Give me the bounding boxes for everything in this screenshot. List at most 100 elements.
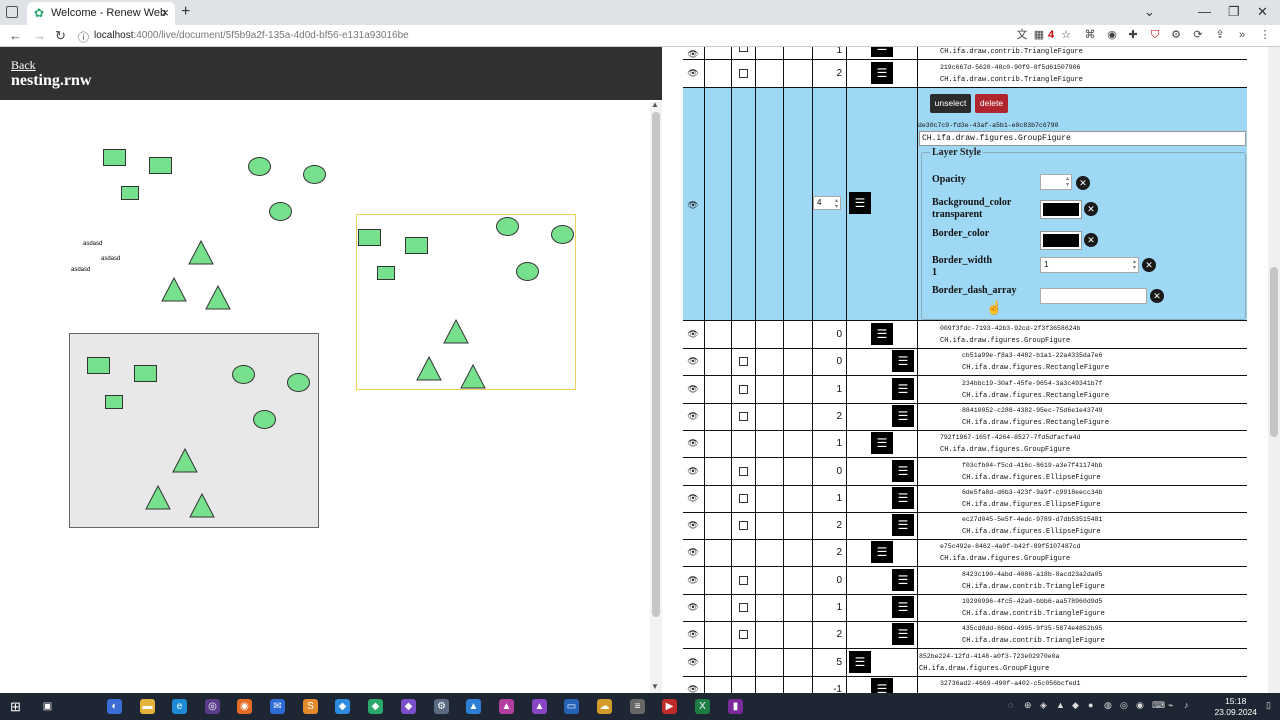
thunderbird-icon[interactable]: ✉ (270, 699, 285, 714)
notifications-icon[interactable]: ▯ (1266, 700, 1271, 711)
visibility-eye-icon[interactable]: 👁 (687, 356, 699, 367)
terminal-icon[interactable]: ▮ (728, 699, 743, 714)
visibility-eye-icon[interactable]: 👁 (687, 493, 699, 504)
visibility-eye-icon[interactable]: 👁 (687, 684, 699, 693)
forward-arrow-icon[interactable]: → (33, 28, 46, 43)
triangle-figure[interactable] (145, 485, 171, 510)
reload-icon[interactable]: ↻ (55, 28, 66, 44)
visual-studio-icon[interactable]: ◆ (401, 699, 416, 714)
drag-handle-icon[interactable]: ☰ (892, 596, 914, 618)
drag-handle-icon[interactable]: ☰ (892, 623, 914, 645)
scroll-down-arrow-icon[interactable]: ▼ (651, 682, 659, 691)
close-tab-icon[interactable]: × (161, 5, 169, 20)
edge-icon[interactable]: e (172, 699, 187, 714)
canvas-scrollbar[interactable]: ▲ ▼ (650, 100, 662, 693)
layer-row[interactable]: 👁 2 ☰ 219c667d-5620-48c0-90f9-0f5d615079… (683, 60, 1247, 88)
layer-row[interactable]: 👁 0 ☰ 8423c190-4abd-4086-a18b-8acd23a2da05 C… (683, 567, 1247, 595)
network-icon[interactable]: ⌁ (1168, 700, 1173, 711)
select-checkbox[interactable] (739, 69, 748, 78)
drag-handle-icon[interactable]: ☰ (892, 405, 914, 427)
rectangle-figure[interactable] (358, 229, 381, 246)
select-checkbox[interactable] (739, 576, 748, 585)
volume-icon[interactable]: ♪ (1184, 700, 1189, 710)
layer-row[interactable]: 👁 2 ☰ 88410052-c288-4382-95ec-75d6e1e43749 C… (683, 403, 1247, 431)
ellipse-figure[interactable] (248, 157, 271, 176)
spinner-icon[interactable]: ▴ ▾ (835, 198, 838, 210)
layer-row[interactable]: 👁 1 ☰ CH.ifa.draw.contrib.TriangleFigure (683, 47, 1247, 60)
layer-row[interactable]: 👁 1 ☰ 234bbc19-30af-45fe-9654-3a3c49341b7f C… (683, 376, 1247, 404)
settings-extension-icon[interactable]: ⚙ (1170, 29, 1182, 41)
game-icon[interactable]: ⌘ (1084, 29, 1096, 41)
drag-handle-icon[interactable]: ☰ (892, 569, 914, 591)
triangle-figure[interactable] (416, 356, 442, 381)
maximize-icon[interactable]: ❐ (1228, 4, 1240, 20)
firefox-icon[interactable]: ◉ (237, 699, 252, 714)
select-checkbox[interactable] (739, 385, 748, 394)
visibility-eye-icon[interactable]: 👁 (687, 438, 699, 449)
rectangle-figure[interactable] (134, 365, 157, 382)
drag-handle-icon[interactable]: ☰ (892, 514, 914, 536)
minimize-icon[interactable]: — (1198, 4, 1211, 19)
url-field[interactable]: localhost:4000/live/document/5f5b9a2f-13… (94, 30, 409, 41)
triangle-figure[interactable] (460, 364, 486, 389)
drag-handle-icon[interactable]: ☰ (871, 323, 893, 345)
visibility-eye-icon[interactable]: 👁 (687, 629, 699, 640)
ellipse-figure[interactable] (232, 365, 255, 384)
tab-search-icon[interactable]: ⌄ (1144, 4, 1155, 20)
triangle-figure[interactable] (189, 493, 215, 518)
spinner-icon[interactable]: ▴ ▾ (1133, 259, 1136, 271)
figure-class-field[interactable]: CH.ifa.draw.figures.GroupFigure (919, 131, 1246, 146)
tray-icon[interactable]: ◌ (1008, 700, 1013, 710)
drag-handle-icon[interactable]: ☰ (871, 678, 893, 693)
select-checkbox[interactable] (739, 603, 748, 612)
tray-icon[interactable]: ● (1088, 700, 1093, 710)
shield-icon[interactable]: ⛉ (1149, 29, 1161, 41)
select-checkbox[interactable] (739, 357, 748, 366)
file-explorer-icon[interactable]: ▬ (140, 699, 155, 714)
delete-button[interactable]: delete (975, 94, 1008, 113)
affinity-photo-icon[interactable]: ▲ (532, 699, 547, 714)
rectangle-figure[interactable] (377, 266, 395, 280)
triangle-figure[interactable] (188, 240, 214, 265)
tray-icon[interactable]: ◈ (1040, 700, 1047, 711)
bookmark-star-icon[interactable]: ☆ (1060, 29, 1072, 41)
cloud-app-icon[interactable]: ☁ (597, 699, 612, 714)
ellipse-figure[interactable] (496, 217, 519, 236)
scrollbar-thumb[interactable] (1270, 267, 1278, 437)
vscode-icon[interactable]: ◆ (335, 699, 350, 714)
excel-icon[interactable]: X (695, 699, 710, 714)
site-info-icon[interactable]: ⓘ (78, 29, 89, 45)
clear-border-dash-icon[interactable]: ✕ (1150, 289, 1164, 303)
border-width-input[interactable]: 1 ▴ ▾ (1040, 257, 1139, 273)
tray-icon[interactable]: ◎ (1120, 700, 1128, 711)
tray-icon[interactable]: ⊕ (1024, 700, 1032, 711)
drag-handle-icon[interactable]: ☰ (892, 487, 914, 509)
visibility-eye-icon[interactable]: 👁 (687, 68, 699, 79)
back-link[interactable]: Back (11, 58, 36, 73)
visibility-eye-icon[interactable]: 👁 (687, 200, 699, 211)
visibility-eye-icon[interactable]: 👁 (687, 657, 699, 668)
back-arrow-icon[interactable]: ← (9, 28, 22, 43)
visibility-eye-icon[interactable]: 👁 (687, 49, 699, 60)
triangle-figure[interactable] (205, 285, 231, 310)
settings-app-icon[interactable]: ⚙ (434, 699, 449, 714)
close-window-icon[interactable]: ✕ (1257, 4, 1268, 20)
drag-handle-icon[interactable]: ☰ (892, 350, 914, 372)
browser-tab[interactable]: ✿ Welcome - Renew Web × (27, 2, 175, 25)
text-figure[interactable]: asdasd (83, 241, 102, 247)
spinner-icon[interactable]: ▴ ▾ (1066, 176, 1069, 188)
border-color-swatch[interactable] (1040, 231, 1082, 250)
layer-row[interactable]: 👁 2 ☰ e75c492e-8462-4a0f-b42f-89f5107487cd C… (683, 539, 1247, 567)
clear-background-color-icon[interactable]: ✕ (1084, 202, 1098, 216)
tab-actions-icon[interactable] (6, 6, 18, 18)
ellipse-figure[interactable] (516, 262, 539, 281)
tray-icon[interactable]: ⌨ (1152, 700, 1165, 711)
unselect-button[interactable]: unselect (930, 94, 971, 113)
layer-row[interactable]: 👁 1 ☰ 19290996-4fc5-42a0-bbb6-aa578960d9d5 C… (683, 594, 1247, 622)
visibility-eye-icon[interactable]: 👁 (687, 411, 699, 422)
layer-panel-scrollbar[interactable] (1268, 47, 1280, 693)
visibility-eye-icon[interactable]: 👁 (687, 520, 699, 531)
drag-handle-icon[interactable]: ☰ (871, 541, 893, 563)
visibility-eye-icon[interactable]: 👁 (687, 547, 699, 558)
clear-opacity-icon[interactable]: ✕ (1076, 176, 1090, 190)
